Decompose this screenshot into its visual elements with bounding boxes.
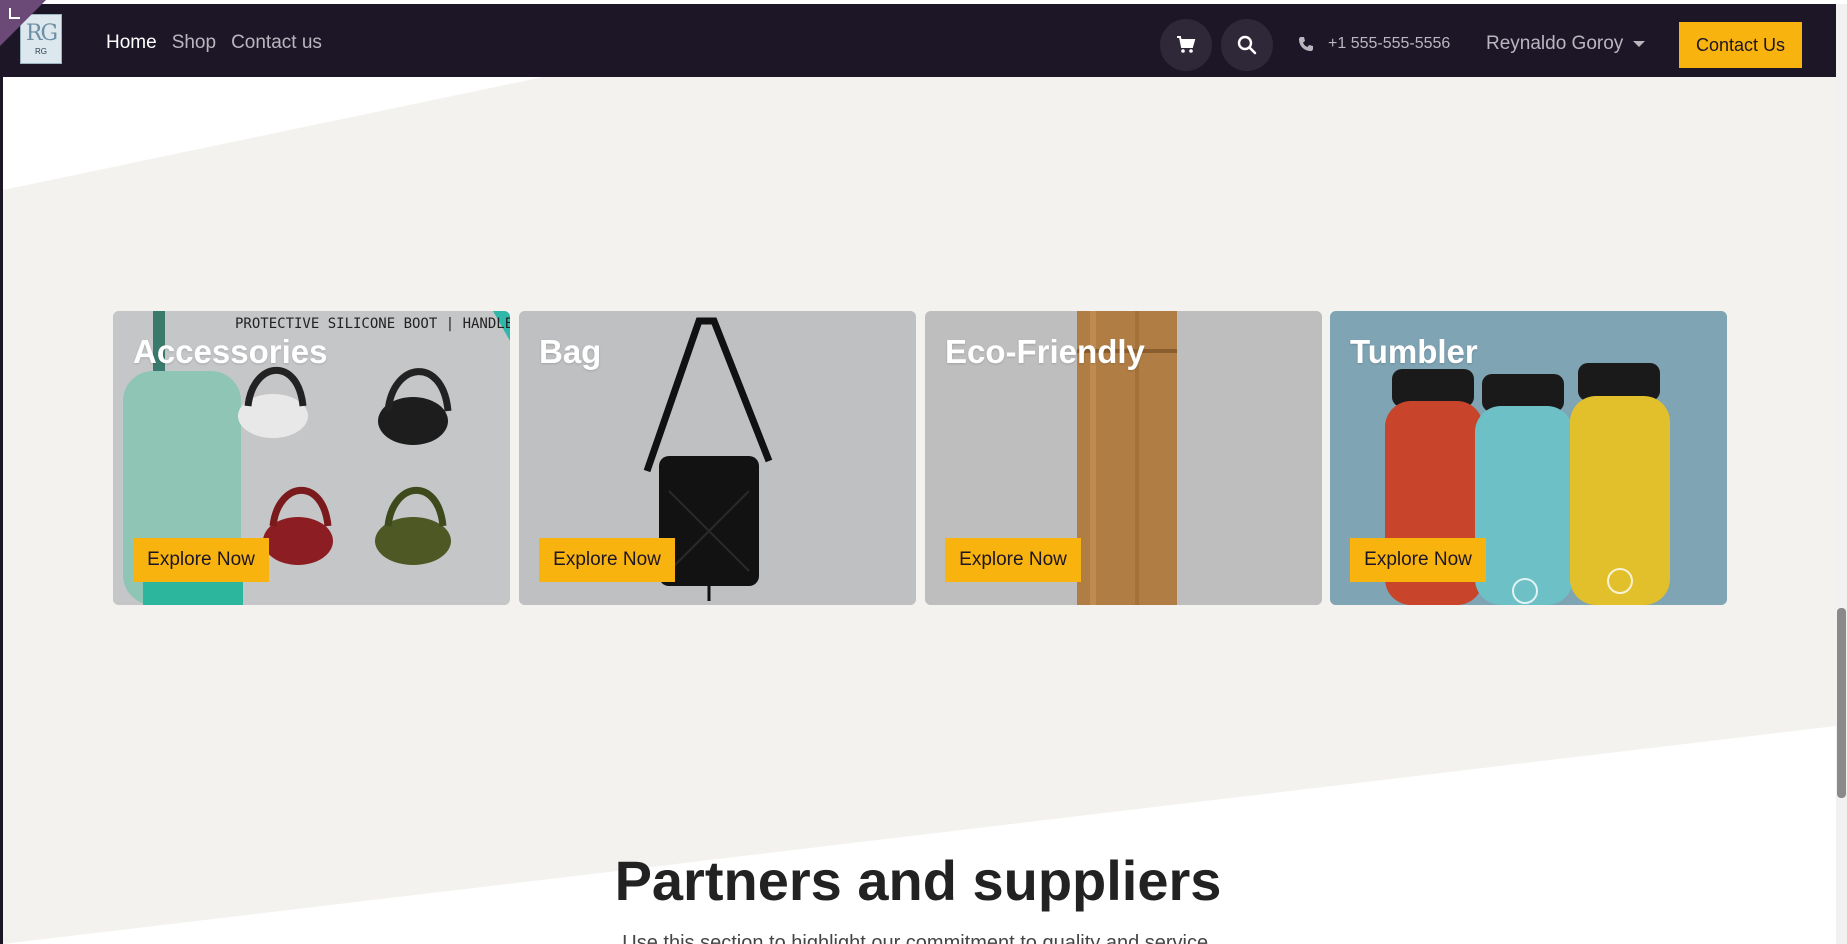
card-title: Accessories [133, 333, 328, 370]
navbar: Home Shop Contact us +1 555-555-5556 Rey… [3, 4, 1836, 77]
category-card-bag[interactable]: Bag Explore Now [519, 311, 916, 605]
left-frame [0, 0, 3, 944]
logo-caption: RG [35, 46, 47, 56]
top-wedge-shape [3, 77, 543, 190]
page: Home Shop Contact us +1 555-555-5556 Rey… [0, 0, 1847, 944]
category-card-accessories[interactable]: PROTECTIVE SILICONE BOOT | HANDLE Access… [113, 311, 510, 605]
nav-home-link[interactable]: Home [106, 32, 157, 54]
search-button[interactable] [1221, 19, 1273, 71]
card-title: Eco-Friendly [945, 333, 1145, 370]
explore-now-button[interactable]: Explore Now [539, 538, 675, 582]
page-scrollbar[interactable] [1836, 4, 1847, 944]
category-card-eco-friendly[interactable]: Eco-Friendly Explore Now [925, 311, 1322, 605]
user-menu-dropdown[interactable]: Reynaldo Goroy [1486, 33, 1646, 55]
partners-heading: Partners and suppliers [614, 849, 1222, 912]
chevron-down-icon [1633, 41, 1646, 47]
corner-badge [0, 0, 46, 46]
phone-number: +1 555-555-5556 [1328, 35, 1451, 52]
cart-button[interactable] [1160, 19, 1212, 71]
corner-bracket-icon [9, 8, 20, 19]
explore-now-button[interactable]: Explore Now [1350, 538, 1486, 582]
main-nav: Home Shop Contact us [106, 32, 337, 54]
explore-now-button[interactable]: Explore Now [133, 538, 269, 582]
explore-now-button[interactable]: Explore Now [945, 538, 1081, 582]
nav-shop-link[interactable]: Shop [172, 32, 216, 54]
scrollbar-thumb[interactable] [1837, 608, 1846, 798]
search-icon [1237, 35, 1257, 55]
category-card-tumbler[interactable]: Tumbler Explore Now [1330, 311, 1727, 605]
phone-icon [1299, 37, 1313, 51]
cart-icon [1177, 36, 1196, 53]
nav-contact-link[interactable]: Contact us [231, 32, 322, 54]
accessories-image-caption: PROTECTIVE SILICONE BOOT | HANDLE [235, 316, 510, 332]
card-title: Tumbler [1350, 333, 1478, 370]
phone-contact[interactable]: +1 555-555-5556 [1298, 35, 1450, 53]
card-title: Bag [539, 333, 602, 370]
partners-subtitle: Use this section to highlight our commit… [622, 932, 1214, 944]
contact-us-button[interactable]: Contact Us [1679, 22, 1802, 68]
user-name: Reynaldo Goroy [1486, 33, 1624, 54]
